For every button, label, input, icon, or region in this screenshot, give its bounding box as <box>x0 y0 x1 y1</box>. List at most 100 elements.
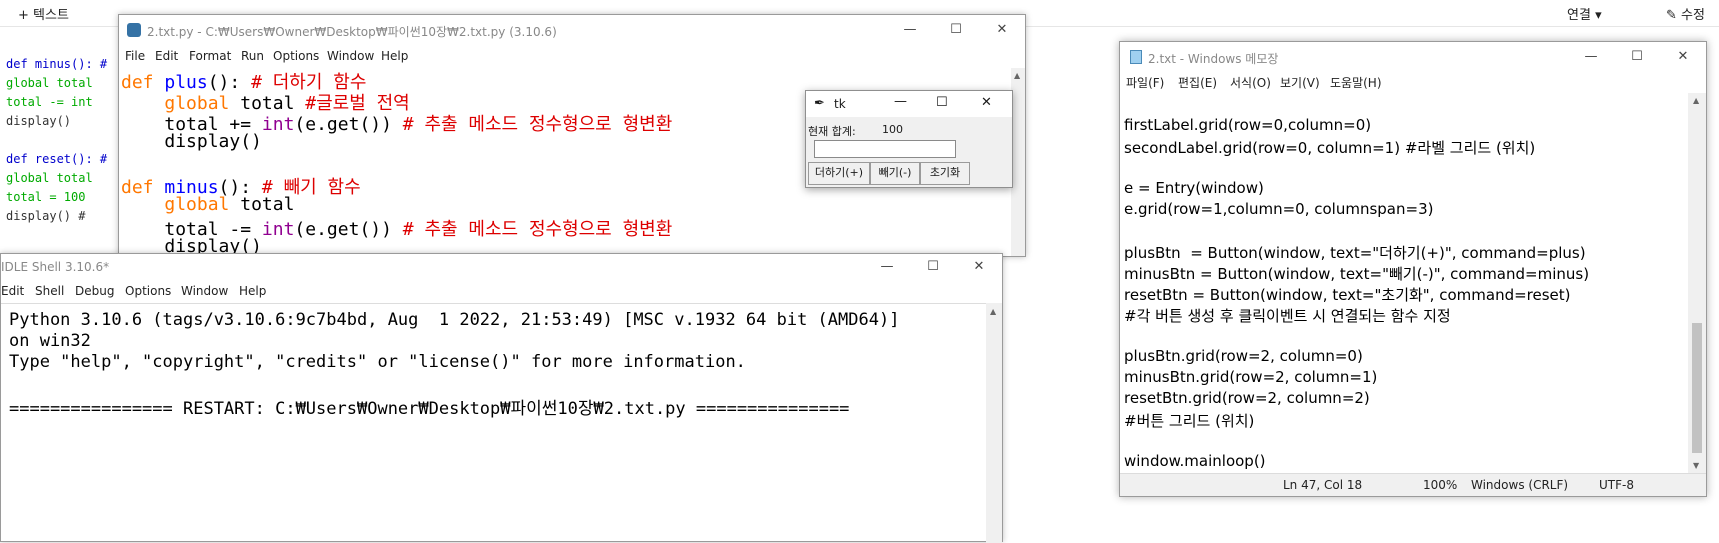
subtract-button[interactable]: 빼기(-) <box>870 162 920 185</box>
menu-options[interactable]: Options <box>125 284 171 298</box>
bg-code-line: display() <box>6 114 72 128</box>
menu-format[interactable]: 서식(O) <box>1230 74 1271 91</box>
text-line: #버튼 그리드 (위치) <box>1124 412 1255 430</box>
comment: # 추출 메소드 정수형으로 형변환 <box>402 219 673 240</box>
code-text: display() <box>164 131 262 152</box>
text-line: e.grid(row=1,column=0, columnspan=3) <box>1124 200 1434 218</box>
tk-window: ✒ tk — ☐ ✕ 현재 합계: 100 더하기(+) 빼기(-) 초기화 <box>805 90 1013 188</box>
idle-shell-window: IDLE Shell 3.10.6* — ☐ ✕ Edit Shell Debu… <box>0 253 1003 543</box>
connect-label: 연결 <box>1567 8 1591 23</box>
code-text: (e.get()) <box>294 114 403 135</box>
minimize-button[interactable]: — <box>894 94 907 109</box>
pencil-icon: ✎ <box>1666 8 1677 23</box>
text-line: minusBtn = Button(window, text="빼기(-)", … <box>1124 265 1590 283</box>
menu-window[interactable]: Window <box>327 49 374 63</box>
vertical-scrollbar[interactable]: ▲ <box>986 303 1002 543</box>
menu-bar: File Edit Format Run Options Window Help <box>119 45 1025 67</box>
bg-code-line: def minus(): # <box>6 57 108 71</box>
title-bar[interactable]: ✒ tk — ☐ ✕ <box>806 91 1012 117</box>
menu-format[interactable]: Format <box>189 49 231 63</box>
text-line: plusBtn.grid(row=2, column=0) <box>1124 347 1363 365</box>
vertical-scrollbar[interactable]: ▲ <box>1011 68 1025 256</box>
encoding: UTF-8 <box>1599 478 1634 492</box>
code-text: (e.get()) <box>294 219 403 240</box>
maximize-button[interactable]: ☐ <box>936 95 948 110</box>
close-button[interactable]: ✕ <box>981 95 992 110</box>
keyword: global <box>164 194 230 215</box>
bg-code-line: def reset(): # <box>6 152 108 166</box>
scroll-up-arrow-icon[interactable]: ▲ <box>1014 71 1020 80</box>
scroll-up-arrow-icon[interactable]: ▲ <box>990 307 996 316</box>
window-title: tk <box>834 97 846 111</box>
text-line: window.mainloop() <box>1124 452 1266 470</box>
text-line: #각 버튼 생성 후 클릭이벤트 시 연결되는 함수 지정 <box>1124 307 1451 325</box>
close-button[interactable]: ✕ <box>979 15 1025 45</box>
line-ending: Windows (CRLF) <box>1471 478 1569 492</box>
menu-file[interactable]: File <box>125 49 145 63</box>
maximize-button[interactable]: ☐ <box>933 15 979 45</box>
bg-code-line: display() # <box>6 209 86 223</box>
add-button[interactable]: 더하기(+) <box>808 162 870 185</box>
maximize-button[interactable]: ☐ <box>1614 42 1660 72</box>
shell-line: Type "help", "copyright", "credits" or "… <box>9 352 746 372</box>
menu-help[interactable]: Help <box>239 284 266 298</box>
title-bar[interactable]: IDLE Shell 3.10.6* — ☐ ✕ <box>1 254 1002 280</box>
menu-help[interactable]: Help <box>381 49 408 63</box>
text-editor[interactable]: firstLabel.grid(row=0,column=0) secondLa… <box>1120 93 1688 473</box>
bg-code-line: global total <box>6 76 93 90</box>
title-bar[interactable]: 2.txt.py - C:₩Users₩Owner₩Desktop₩파이썬10장… <box>119 15 1025 45</box>
connect-dropdown[interactable]: 연결 ▾ <box>1567 4 1602 23</box>
python-file-icon <box>127 23 141 37</box>
zoom-level: 100% <box>1423 478 1458 492</box>
bg-code-line: global total <box>6 171 93 185</box>
status-bar: Ln 47, Col 18 100% Windows (CRLF) UTF-8 <box>1120 473 1706 496</box>
shell-output[interactable]: Python 3.10.6 (tags/v3.10.6:9c7b4bd, Aug… <box>1 303 986 543</box>
maximize-button[interactable]: ☐ <box>910 254 956 280</box>
shell-line: Python 3.10.6 (tags/v3.10.6:9c7b4bd, Aug… <box>9 310 900 330</box>
total-label: 현재 합계: <box>808 125 856 138</box>
text-line: resetBtn = Button(window, text="초기화", co… <box>1124 286 1571 304</box>
window-title: 2.txt.py - C:₩Users₩Owner₩Desktop₩파이썬10장… <box>147 25 557 39</box>
menu-edit[interactable]: Edit <box>155 49 178 63</box>
minimize-button[interactable]: — <box>887 15 933 45</box>
background-editor: def minus(): # global total total -= int… <box>0 27 120 262</box>
comment: # 추출 메소드 정수형으로 형변환 <box>402 114 673 135</box>
menu-help[interactable]: 도움말(H) <box>1330 74 1382 91</box>
menu-view[interactable]: 보기(V) <box>1280 74 1320 91</box>
number-entry[interactable] <box>814 140 956 158</box>
cursor-position: Ln 47, Col 18 <box>1283 478 1363 492</box>
menu-edit[interactable]: Edit <box>1 284 24 298</box>
minimize-button[interactable]: — <box>1568 42 1614 72</box>
vertical-scrollbar[interactable]: ▲ ▼ <box>1688 93 1706 473</box>
menu-run[interactable]: Run <box>241 49 264 63</box>
minimize-button[interactable]: — <box>864 254 910 280</box>
close-button[interactable]: ✕ <box>956 254 1002 280</box>
close-button[interactable]: ✕ <box>1660 42 1706 72</box>
bg-code-line: total -= int <box>6 95 93 109</box>
menu-bar: 파일(F) 편집(E) 서식(O) 보기(V) 도움말(H) <box>1120 70 1706 92</box>
menu-debug[interactable]: Debug <box>75 284 114 298</box>
notepad-icon <box>1130 50 1142 64</box>
add-text-button[interactable]: + 텍스트 <box>18 4 69 23</box>
scroll-down-arrow-icon[interactable]: ▼ <box>1693 461 1699 470</box>
chevron-down-icon: ▾ <box>1595 8 1602 23</box>
edit-button[interactable]: ✎ 수정 <box>1666 4 1705 23</box>
scrollbar-thumb[interactable] <box>1692 323 1702 453</box>
menu-file[interactable]: 파일(F) <box>1126 74 1164 91</box>
title-bar[interactable]: 2.txt - Windows 메모장 — ☐ ✕ <box>1120 42 1706 72</box>
menu-shell[interactable]: Shell <box>35 284 64 298</box>
scroll-up-arrow-icon[interactable]: ▲ <box>1693 96 1699 105</box>
window-title: IDLE Shell 3.10.6* <box>1 260 110 274</box>
text-line: minusBtn.grid(row=2, column=1) <box>1124 368 1378 386</box>
menu-edit[interactable]: 편집(E) <box>1178 74 1217 91</box>
text-line: e = Entry(window) <box>1124 179 1264 197</box>
edit-label: 수정 <box>1681 8 1705 23</box>
shell-line: ================ RESTART: C:₩Users₩Owner… <box>9 399 850 419</box>
total-value: 100 <box>882 123 903 136</box>
menu-window[interactable]: Window <box>181 284 228 298</box>
window-title: 2.txt - Windows 메모장 <box>1148 52 1279 66</box>
notepad-window: 2.txt - Windows 메모장 — ☐ ✕ 파일(F) 편집(E) 서식… <box>1119 41 1707 497</box>
reset-button[interactable]: 초기화 <box>920 162 970 185</box>
menu-options[interactable]: Options <box>273 49 319 63</box>
feather-icon: ✒ <box>814 96 825 111</box>
